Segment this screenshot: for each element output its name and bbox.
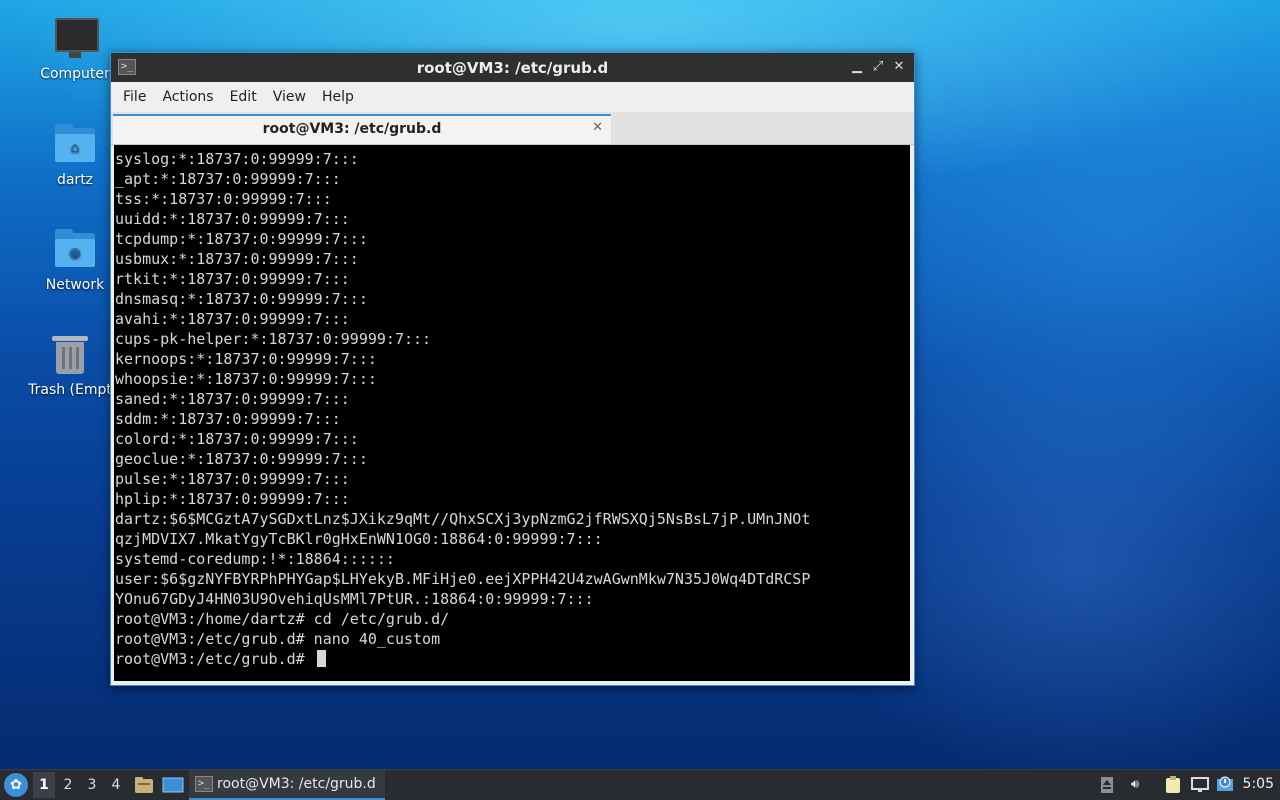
desktop-icon-network[interactable]: ◉ Network bbox=[27, 227, 123, 293]
menu-actions[interactable]: Actions bbox=[154, 89, 221, 105]
terminal-prompt-line: root@VM3:/etc/grub.d# bbox=[115, 649, 910, 669]
desktop-icon-computer[interactable]: Computer bbox=[27, 16, 123, 82]
menu-file[interactable]: File bbox=[115, 89, 154, 105]
network-icon[interactable] bbox=[1191, 776, 1209, 794]
network-folder-icon: ◉ bbox=[53, 227, 97, 271]
workspace-4-button[interactable]: 4 bbox=[105, 772, 127, 798]
trash-icon bbox=[48, 332, 92, 376]
terminal-prompt: root@VM3:/etc/grub.d# bbox=[115, 650, 314, 668]
terminal-line: colord:*:18737:0:99999:7::: bbox=[115, 430, 359, 448]
terminal-line: rtkit:*:18737:0:99999:7::: bbox=[115, 270, 350, 288]
text-cursor bbox=[316, 650, 326, 667]
taskbar: ✿ 1 2 3 4 >_ root@VM3: /etc/grub.d 🔊︎ 5:… bbox=[0, 769, 1280, 800]
tab-close-icon[interactable]: ✕ bbox=[592, 120, 603, 135]
terminal-line: avahi:*:18737:0:99999:7::: bbox=[115, 310, 350, 328]
menu-help[interactable]: Help bbox=[314, 89, 362, 105]
home-folder-icon: ⌂ bbox=[53, 122, 97, 166]
terminal-line: pulse:*:18737:0:99999:7::: bbox=[115, 470, 350, 488]
menu-bar: File Actions Edit View Help bbox=[111, 82, 914, 112]
terminal-lines: syslog:*:18737:0:99999:7::: _apt:*:18737:… bbox=[114, 145, 910, 669]
terminal-output[interactable]: syslog:*:18737:0:99999:7::: _apt:*:18737:… bbox=[114, 145, 910, 681]
terminal-line: uuidd:*:18737:0:99999:7::: bbox=[115, 210, 350, 228]
workspace-2-button[interactable]: 2 bbox=[57, 772, 79, 798]
file-manager-launcher-icon[interactable] bbox=[134, 776, 154, 794]
computer-icon bbox=[53, 16, 99, 60]
minimize-button[interactable]: ▁ bbox=[847, 57, 867, 77]
terminal-line: root@VM3:/home/dartz# cd /etc/grub.d/ bbox=[115, 610, 450, 628]
application-menu-button[interactable]: ✿ bbox=[4, 773, 28, 797]
update-icon[interactable] bbox=[1098, 776, 1116, 794]
terminal-line: _apt:*:18737:0:99999:7::: bbox=[115, 170, 341, 188]
menu-view[interactable]: View bbox=[265, 89, 314, 105]
show-desktop-icon[interactable] bbox=[162, 776, 184, 794]
terminal-line: user:$6$gzNYFBYRPhPHYGap$LHYekyB.MFiHje0… bbox=[115, 570, 811, 588]
terminal-line: tcpdump:*:18737:0:99999:7::: bbox=[115, 230, 368, 248]
terminal-line: sddm:*:18737:0:99999:7::: bbox=[115, 410, 341, 428]
terminal-line: root@VM3:/etc/grub.d# nano 40_custom bbox=[115, 630, 441, 648]
maximize-button[interactable]: ⤢ bbox=[868, 57, 888, 77]
terminal-line: systemd-coredump:!*:18864:::::: bbox=[115, 550, 395, 568]
menu-edit[interactable]: Edit bbox=[222, 89, 265, 105]
clock[interactable]: 5:05 bbox=[1243, 776, 1274, 792]
task-label: root@VM3: /etc/grub.d bbox=[217, 776, 376, 792]
terminal-line: usbmux:*:18737:0:99999:7::: bbox=[115, 250, 359, 268]
tab-bar: root@VM3: /etc/grub.d ✕ bbox=[111, 112, 914, 145]
terminal-line: geoclue:*:18737:0:99999:7::: bbox=[115, 450, 368, 468]
terminal-line: dartz:$6$MCGztA7ySGDxtLnz$JXikz9qMt//Qhx… bbox=[115, 510, 811, 528]
terminal-line: tss:*:18737:0:99999:7::: bbox=[115, 190, 332, 208]
terminal-line: hplip:*:18737:0:99999:7::: bbox=[115, 490, 350, 508]
clipboard-icon[interactable] bbox=[1164, 776, 1182, 794]
desktop-icon-home-folder[interactable]: ⌂ dartz bbox=[27, 122, 123, 188]
desktop-icon-label: Trash (Empt bbox=[28, 382, 112, 398]
desktop-icon-label: Network bbox=[45, 277, 105, 293]
notification-icon[interactable] bbox=[1216, 776, 1234, 794]
tab-terminal[interactable]: root@VM3: /etc/grub.d ✕ bbox=[113, 114, 611, 144]
terminal-line: YOnu67GDyJ4HN03U9OvehiqUsMMl7PtUR.:18864… bbox=[115, 590, 594, 608]
taskbar-task-terminal[interactable]: >_ root@VM3: /etc/grub.d bbox=[189, 770, 385, 800]
close-button[interactable]: ✕ bbox=[889, 57, 909, 77]
terminal-icon: >_ bbox=[195, 776, 213, 792]
workspace-1-button[interactable]: 1 bbox=[33, 772, 55, 798]
terminal-line: kernoops:*:18737:0:99999:7::: bbox=[115, 350, 377, 368]
terminal-line: saned:*:18737:0:99999:7::: bbox=[115, 390, 350, 408]
desktop-icon-label: dartz bbox=[56, 172, 94, 188]
tab-label: root@VM3: /etc/grub.d bbox=[262, 121, 442, 137]
window-title: root@VM3: /etc/grub.d bbox=[416, 59, 609, 77]
terminal-line: cups-pk-helper:*:18737:0:99999:7::: bbox=[115, 330, 432, 348]
desktop-icon-trash[interactable]: Trash (Empt bbox=[22, 332, 118, 398]
workspace-3-button[interactable]: 3 bbox=[81, 772, 103, 798]
window-titlebar[interactable]: >_ root@VM3: /etc/grub.d ▁ ⤢ ✕ bbox=[111, 53, 914, 82]
terminal-line: qzjMDVIX7.MkatYgyTcBKlr0gHxEnWN1OG0:1886… bbox=[115, 530, 603, 548]
terminal-line: syslog:*:18737:0:99999:7::: bbox=[115, 150, 359, 168]
volume-icon[interactable]: 🔊︎ bbox=[1126, 776, 1144, 794]
terminal-line: whoopsie:*:18737:0:99999:7::: bbox=[115, 370, 377, 388]
terminal-line: dnsmasq:*:18737:0:99999:7::: bbox=[115, 290, 368, 308]
desktop-icon-label: Computer bbox=[40, 66, 110, 82]
terminal-window: >_ root@VM3: /etc/grub.d ▁ ⤢ ✕ File Acti… bbox=[110, 52, 915, 686]
